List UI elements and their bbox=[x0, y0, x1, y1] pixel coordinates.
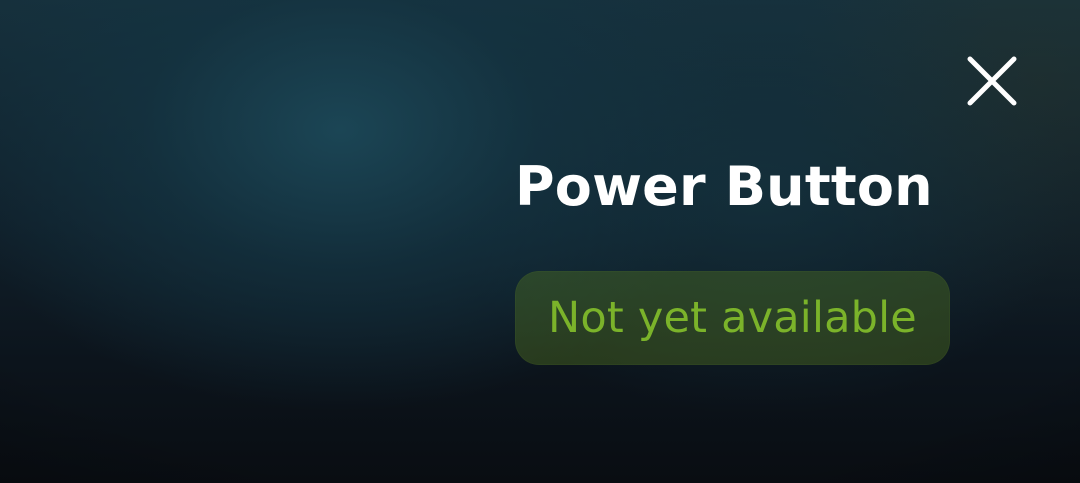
background-vignette bbox=[0, 0, 1080, 483]
power-button-dialog: Power Button Not yet available bbox=[0, 0, 1080, 483]
close-icon bbox=[967, 56, 1017, 106]
dialog-title: Power Button bbox=[515, 155, 933, 218]
close-button[interactable] bbox=[962, 51, 1022, 111]
status-badge: Not yet available bbox=[515, 271, 950, 365]
status-label: Not yet available bbox=[548, 292, 917, 343]
